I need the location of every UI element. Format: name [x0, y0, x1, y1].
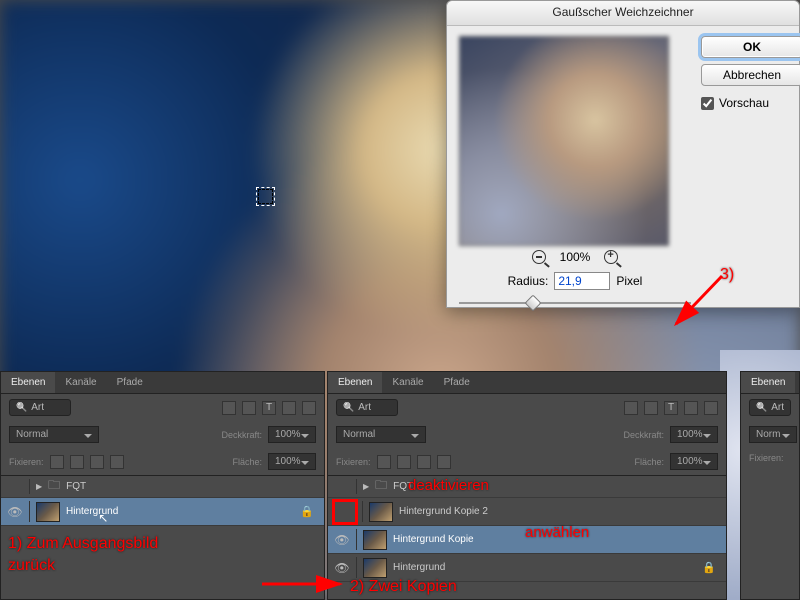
annotation-select: anwählen: [525, 524, 589, 541]
tab-paths[interactable]: Pfade: [107, 372, 153, 393]
gaussian-blur-dialog: Gaußscher Weichzeichner 100% Radius: Pix…: [446, 0, 800, 308]
layer-name: Hintergrund Kopie: [393, 534, 474, 545]
layer-filter-kind[interactable]: Art: [9, 399, 71, 416]
zoom-out-icon[interactable]: [532, 250, 546, 264]
annotation-2: 2) Zwei Kopien: [350, 578, 457, 596]
blend-mode-dropdown[interactable]: Normal: [336, 426, 426, 443]
visibility-icon[interactable]: 👁: [334, 533, 350, 547]
preview-check-input[interactable]: [701, 97, 714, 110]
filter-type-icon[interactable]: T: [664, 401, 678, 415]
opacity-input[interactable]: 100%: [268, 426, 316, 443]
canvas-marquee: [258, 189, 273, 204]
tab-channels[interactable]: Kanäle: [55, 372, 106, 393]
layer-thumb: [36, 502, 60, 522]
radius-slider[interactable]: [459, 296, 691, 310]
fill-input[interactable]: 100%: [268, 453, 316, 470]
lock-pixels-icon[interactable]: [397, 455, 411, 469]
visibility-off-icon[interactable]: [334, 501, 356, 523]
tab-paths[interactable]: Pfade: [434, 372, 480, 393]
layer-background[interactable]: 👁 Hintergrund ↖ 🔒: [1, 498, 324, 526]
tab-layers[interactable]: Ebenen: [328, 372, 382, 393]
layer-thumb: [363, 558, 387, 578]
disclosure-icon[interactable]: ▶: [363, 482, 369, 491]
blend-mode-dropdown[interactable]: Norm: [749, 426, 797, 443]
dialog-title: Gaußscher Weichzeichner: [447, 1, 799, 26]
layer-filter-kind[interactable]: Art: [749, 399, 791, 416]
layers-panel-middle: Ebenen Kanäle Pfade Art T Normal Deckkra…: [327, 371, 727, 600]
cursor-icon: ↖: [98, 511, 108, 525]
layer-name: Hintergrund: [393, 562, 445, 573]
filter-type-icon[interactable]: T: [262, 401, 276, 415]
ok-button[interactable]: OK: [701, 36, 800, 58]
cancel-button[interactable]: Abbrechen: [701, 64, 800, 86]
annotation-3: 3): [720, 266, 734, 284]
layer-name: FQT: [66, 481, 86, 492]
lock-icon: 🔒: [300, 505, 314, 518]
radius-label: Radius:: [508, 274, 549, 288]
lock-all-icon[interactable]: [437, 455, 451, 469]
filter-adjust-icon[interactable]: [242, 401, 256, 415]
tab-channels[interactable]: Kanäle: [382, 372, 433, 393]
filter-pixel-icon[interactable]: [624, 401, 638, 415]
layer-thumb: [369, 502, 393, 522]
zoom-percent: 100%: [560, 250, 591, 264]
tab-layers[interactable]: Ebenen: [741, 372, 795, 393]
lock-all-icon[interactable]: [110, 455, 124, 469]
folder-icon: 🗀: [48, 476, 60, 497]
folder-icon: 🗀: [375, 476, 387, 497]
layers-panel-right: Ebenen Art Norm Fixieren:: [740, 371, 800, 600]
slider-thumb-icon[interactable]: [525, 295, 542, 312]
layer-name: Hintergrund: [66, 506, 118, 517]
opacity-input[interactable]: 100%: [670, 426, 718, 443]
filter-shape-icon[interactable]: [684, 401, 698, 415]
visibility-icon[interactable]: 👁: [7, 505, 23, 519]
layer-group-fqt[interactable]: ▶ 🗀 FQT: [328, 476, 726, 498]
fill-input[interactable]: 100%: [670, 453, 718, 470]
filter-pixel-icon[interactable]: [222, 401, 236, 415]
lock-transparent-icon[interactable]: [377, 455, 391, 469]
tab-layers[interactable]: Ebenen: [1, 372, 55, 393]
filter-shape-icon[interactable]: [282, 401, 296, 415]
lock-pixels-icon[interactable]: [70, 455, 84, 469]
layer-copy-2[interactable]: Hintergrund Kopie 2: [328, 498, 726, 526]
preview-checkbox[interactable]: Vorschau: [701, 96, 800, 110]
lock-position-icon[interactable]: [90, 455, 104, 469]
visibility-icon[interactable]: 👁: [334, 561, 350, 575]
filter-adjust-icon[interactable]: [644, 401, 658, 415]
lock-transparent-icon[interactable]: [50, 455, 64, 469]
annotation-deactivate: deaktivieren: [408, 477, 489, 494]
layer-filter-kind[interactable]: Art: [336, 399, 398, 416]
lock-icon: 🔒: [702, 561, 716, 574]
layer-name: Hintergrund Kopie 2: [399, 506, 488, 517]
filter-smart-icon[interactable]: [704, 401, 718, 415]
radius-input[interactable]: [554, 272, 610, 290]
filter-preview[interactable]: [459, 36, 669, 246]
disclosure-icon[interactable]: ▶: [36, 482, 42, 491]
layer-group-fqt[interactable]: ▶ 🗀 FQT: [1, 476, 324, 498]
annotation-1: 1) Zum Ausgangsbildzurück: [8, 533, 158, 577]
lock-position-icon[interactable]: [417, 455, 431, 469]
zoom-in-icon[interactable]: [604, 250, 618, 264]
layer-thumb: [363, 530, 387, 550]
blend-mode-dropdown[interactable]: Normal: [9, 426, 99, 443]
radius-unit: Pixel: [616, 274, 642, 288]
filter-smart-icon[interactable]: [302, 401, 316, 415]
